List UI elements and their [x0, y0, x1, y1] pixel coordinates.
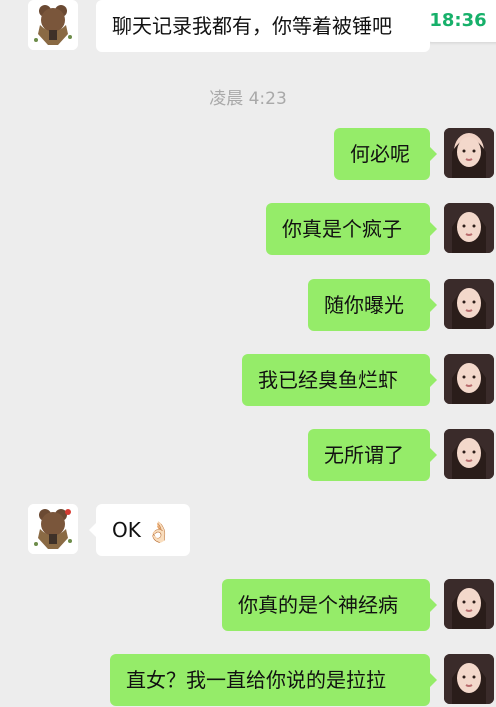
message-row: 我已经臭鱼烂虾 — [0, 354, 496, 406]
timestamp-divider: 凌晨 4:23 — [0, 84, 496, 109]
outgoing-message-bubble[interactable]: 我已经臭鱼烂虾 — [242, 354, 437, 406]
user-avatar[interactable] — [444, 579, 494, 629]
message-text: 你真是个疯子 — [282, 217, 402, 241]
user-avatar[interactable] — [444, 654, 494, 704]
contact-avatar[interactable] — [28, 0, 78, 50]
contact-avatar[interactable] — [28, 504, 78, 554]
message-text: 随你曝光 — [324, 293, 404, 317]
outgoing-message-bubble[interactable]: 随你曝光 — [308, 279, 437, 331]
user-avatar[interactable] — [444, 203, 494, 253]
ok-hand-emoji-icon: 👌🏻 — [146, 519, 172, 544]
user-avatar[interactable] — [444, 279, 494, 329]
portrait-avatar-icon — [444, 128, 494, 178]
message-text: 我已经臭鱼烂虾 — [258, 368, 398, 392]
bear-avatar-icon — [28, 0, 78, 50]
message-text: 聊天记录我都有，你等着被锤吧 — [112, 14, 392, 38]
chat-view: 18:36 聊天记录我都有，你等着被锤吧 凌晨 4:23 何必呢 你真是个疯子 … — [0, 0, 496, 707]
message-text: 何必呢 — [350, 142, 410, 166]
message-row: 何必呢 — [0, 128, 496, 180]
message-row: 你真的是个神经病 — [0, 579, 496, 631]
portrait-avatar-icon — [444, 429, 494, 479]
message-row: 聊天记录我都有，你等着被锤吧 — [0, 0, 496, 52]
message-row: OK 👌🏻 — [0, 504, 496, 556]
portrait-avatar-icon — [444, 579, 494, 629]
message-row: 你真是个疯子 — [0, 203, 496, 255]
outgoing-message-bubble[interactable]: 无所谓了 — [308, 429, 437, 481]
message-text: 无所谓了 — [324, 443, 404, 467]
user-avatar[interactable] — [444, 128, 494, 178]
outgoing-message-bubble[interactable]: 直女？我一直给你说的是拉拉 — [110, 654, 437, 706]
incoming-message-bubble[interactable]: OK 👌🏻 — [89, 504, 190, 556]
message-row: 直女？我一直给你说的是拉拉 — [0, 654, 496, 706]
outgoing-message-bubble[interactable]: 何必呢 — [334, 128, 437, 180]
message-text: 直女？我一直给你说的是拉拉 — [126, 668, 386, 692]
timestamp-text: 凌晨 4:23 — [209, 89, 287, 109]
bear-avatar-icon — [28, 504, 78, 554]
message-row: 无所谓了 — [0, 429, 496, 481]
portrait-avatar-icon — [444, 203, 494, 253]
user-avatar[interactable] — [444, 354, 494, 404]
portrait-avatar-icon — [444, 354, 494, 404]
portrait-avatar-icon — [444, 654, 494, 704]
message-text: OK — [112, 518, 141, 542]
incoming-message-bubble[interactable]: 聊天记录我都有，你等着被锤吧 — [96, 0, 430, 52]
outgoing-message-bubble[interactable]: 你真是个疯子 — [266, 203, 437, 255]
user-avatar[interactable] — [444, 429, 494, 479]
outgoing-message-bubble[interactable]: 你真的是个神经病 — [222, 579, 437, 631]
message-row: 随你曝光 — [0, 279, 496, 331]
portrait-avatar-icon — [444, 279, 494, 329]
message-text: 你真的是个神经病 — [238, 593, 398, 617]
